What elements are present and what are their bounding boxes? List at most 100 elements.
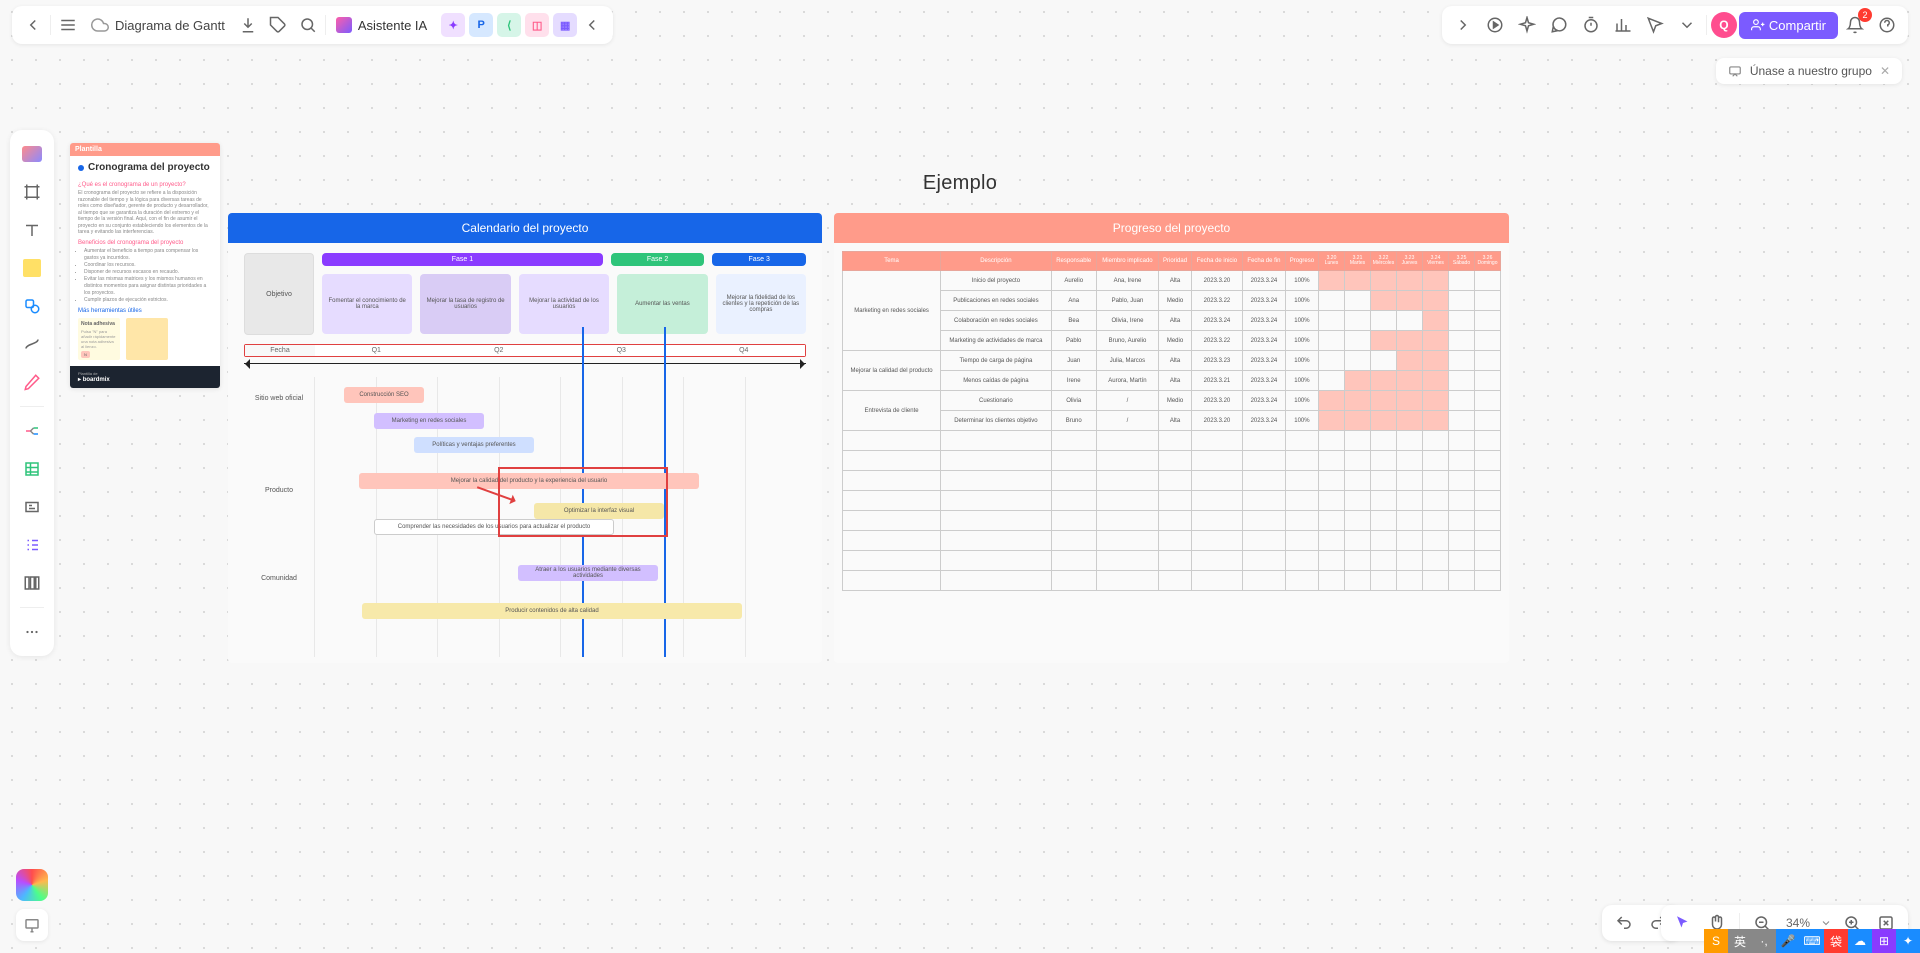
- user-avatar[interactable]: Q: [1711, 12, 1737, 38]
- timeline-bar[interactable]: Atraer a los usuarios mediante diversas …: [518, 565, 658, 581]
- template-footer: Plantilla de ▸ boardmix: [70, 366, 220, 388]
- ime-item[interactable]: ⌨: [1800, 929, 1824, 953]
- table-row: Colaboración en redes socialesBeaOlivia,…: [843, 311, 1501, 331]
- chevron-down-icon[interactable]: [1820, 917, 1832, 929]
- table-row: Mejorar la calidad del productoTiempo de…: [843, 351, 1501, 371]
- table-row: Menos caídas de páginaIreneAurora, Martí…: [843, 371, 1501, 391]
- search-button[interactable]: [293, 10, 323, 40]
- play-button[interactable]: [1480, 10, 1510, 40]
- table-row: [843, 551, 1501, 571]
- date-row: FechaQ1Q2Q3Q4: [244, 344, 806, 357]
- menu-button[interactable]: [53, 10, 83, 40]
- phase-card: Mejorar la actividad de los usuarios: [519, 274, 609, 334]
- template-header: Plantilla: [70, 143, 220, 156]
- template-more-tools: Más herramientas útiles: [78, 308, 212, 314]
- progress-table: TemaDescripciónResponsableMiembro implic…: [842, 251, 1501, 591]
- share-button[interactable]: Compartir: [1739, 12, 1838, 39]
- phase-card: Mejorar la tasa de registro de usuarios: [420, 274, 510, 334]
- ai-assistant-button[interactable]: Asistente IA: [328, 13, 435, 37]
- more-dropdown[interactable]: [1672, 10, 1702, 40]
- color-wheel-tool[interactable]: [16, 869, 48, 901]
- notifications-button[interactable]: 2: [1840, 10, 1870, 40]
- select-tool[interactable]: [1669, 909, 1697, 937]
- table-row: [843, 571, 1501, 591]
- timer-button[interactable]: [1576, 10, 1606, 40]
- calendar-panel[interactable]: Calendario del proyecto Objetivo Fase 1F…: [228, 213, 822, 663]
- progress-panel[interactable]: Progreso del proyecto TemaDescripciónRes…: [834, 213, 1509, 663]
- timeline-bar[interactable]: Producir contenidos de alta calidad: [362, 603, 742, 619]
- timeline-bar[interactable]: Construcción SEO: [344, 387, 424, 403]
- library-tool[interactable]: [16, 567, 48, 599]
- comment-button[interactable]: [1544, 10, 1574, 40]
- ai-logo-icon: [336, 17, 352, 33]
- template-description: El cronograma del proyecto se refiere a …: [78, 190, 212, 236]
- ime-item[interactable]: ✦: [1896, 929, 1920, 953]
- timeline-section-label: Producto: [244, 487, 314, 494]
- pen-tool[interactable]: [16, 366, 48, 398]
- download-button[interactable]: [233, 10, 263, 40]
- connector-tool[interactable]: [16, 328, 48, 360]
- timeline-section-label: Comunidad: [244, 575, 314, 582]
- textbox-tool[interactable]: [16, 491, 48, 523]
- sparkle-button[interactable]: [1512, 10, 1542, 40]
- timeline-section-label: Sitio web oficial: [244, 395, 314, 402]
- ime-item[interactable]: ⊞: [1872, 929, 1896, 953]
- template-benefits-list: Aumentar el beneficio a tiempo para comp…: [78, 248, 212, 304]
- ime-item[interactable]: ·,: [1752, 929, 1776, 953]
- text-tool[interactable]: [16, 214, 48, 246]
- help-button[interactable]: [1872, 10, 1902, 40]
- integration-5[interactable]: ▦: [553, 13, 577, 37]
- sticky-tool[interactable]: [16, 252, 48, 284]
- table-row: Publicaciones en redes socialesAnaPablo,…: [843, 291, 1501, 311]
- table-row: Marketing de actividades de marcaPabloBr…: [843, 331, 1501, 351]
- integration-4[interactable]: ◫: [525, 13, 549, 37]
- highlight-box: [498, 467, 668, 537]
- phase-card: Mejorar la fidelidad de los clientes y l…: [716, 274, 806, 334]
- back-button[interactable]: [18, 10, 48, 40]
- cursor-button[interactable]: [1640, 10, 1670, 40]
- objective-cell: Objetivo: [244, 253, 314, 335]
- phase-header: Fase 3: [712, 253, 806, 266]
- document-title[interactable]: Diagrama de Gantt: [83, 16, 233, 34]
- frame-tool[interactable]: [16, 176, 48, 208]
- phase-header: Fase 2: [611, 253, 705, 266]
- chart-button[interactable]: [1608, 10, 1638, 40]
- integrations-prev[interactable]: [577, 10, 607, 40]
- timeline-bar[interactable]: Políticas y ventajas preferentes: [414, 437, 534, 453]
- phase-card: Aumentar las ventas: [617, 274, 707, 334]
- integration-3[interactable]: ⟨: [497, 13, 521, 37]
- mindmap-tool[interactable]: [16, 415, 48, 447]
- tag-button[interactable]: [263, 10, 293, 40]
- close-icon[interactable]: ✕: [1880, 64, 1890, 78]
- template-question: ¿Qué es el cronograma de un proyecto?: [78, 182, 212, 188]
- presentation-button[interactable]: [16, 909, 48, 941]
- progress-title: Progreso del proyecto: [834, 213, 1509, 243]
- zoom-value[interactable]: 34%: [1782, 916, 1814, 930]
- table-row: Determinar los clientes objetivoBruno/Al…: [843, 411, 1501, 431]
- ime-item[interactable]: ☁: [1848, 929, 1872, 953]
- ime-item[interactable]: 英: [1728, 929, 1752, 953]
- notification-badge: 2: [1858, 8, 1872, 22]
- example-title: Ejemplo: [923, 172, 997, 195]
- table-tool[interactable]: [16, 453, 48, 485]
- ime-item[interactable]: 🎤: [1776, 929, 1800, 953]
- table-row: Entrevista de clienteCuestionarioOlivia/…: [843, 391, 1501, 411]
- integration-1[interactable]: ✦: [441, 13, 465, 37]
- forward-icon[interactable]: [1448, 10, 1478, 40]
- list-tool[interactable]: [16, 529, 48, 561]
- template-benefits-label: Beneficios del cronograma del proyecto: [78, 240, 212, 246]
- ime-item[interactable]: S: [1704, 929, 1728, 953]
- join-group-pill[interactable]: Únase a nuestro grupo ✕: [1716, 58, 1902, 84]
- more-tools[interactable]: [16, 616, 48, 648]
- timeline-bar[interactable]: Marketing en redes sociales: [374, 413, 484, 429]
- table-row: [843, 451, 1501, 471]
- shape-tool[interactable]: [16, 290, 48, 322]
- table-row: Marketing en redes socialesInicio del pr…: [843, 271, 1501, 291]
- phase-header: Fase 1: [322, 253, 603, 266]
- template-card[interactable]: Plantilla Cronograma del proyecto ¿Qué e…: [70, 143, 220, 388]
- templates-tool[interactable]: [16, 138, 48, 170]
- integration-2[interactable]: P: [469, 13, 493, 37]
- ime-item[interactable]: 袋: [1824, 929, 1848, 953]
- undo-button[interactable]: [1610, 909, 1638, 937]
- table-row: [843, 431, 1501, 451]
